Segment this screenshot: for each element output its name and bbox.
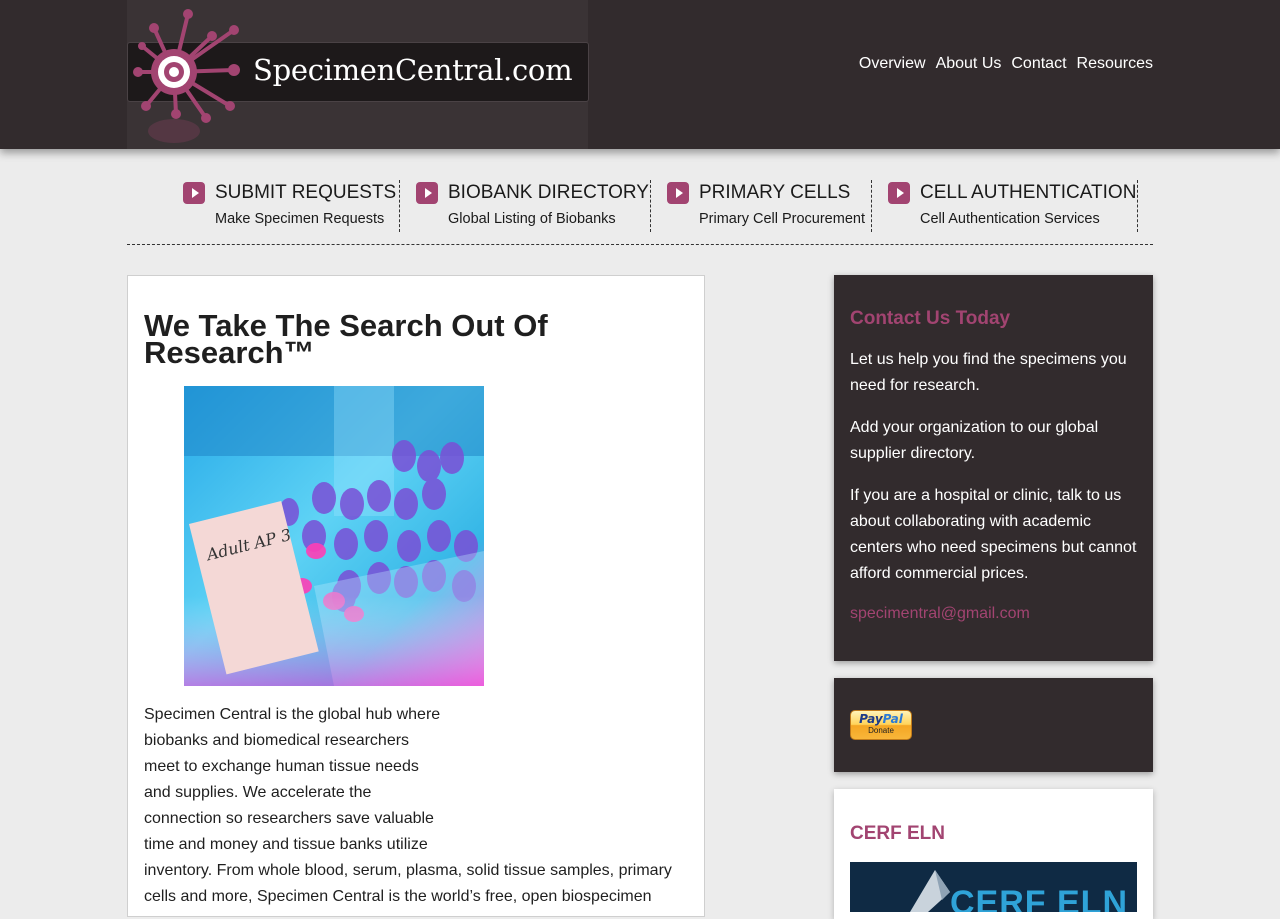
feature-title: CELL AUTHENTICATION xyxy=(920,182,1137,203)
play-arrow-icon xyxy=(667,182,689,204)
feature-title: SUBMIT REQUESTS xyxy=(215,182,397,203)
intro-line: Specimen Central is the global hub where xyxy=(144,706,441,723)
nav-overview[interactable]: Overview xyxy=(859,55,926,73)
intro-line: meet to exchange human tissue needs xyxy=(144,758,419,775)
feature-nav: SUBMIT REQUESTS Make Specimen Requests B… xyxy=(127,180,1153,245)
cerf-logo-icon xyxy=(910,870,950,912)
hero-image: Adult AP 3 xyxy=(184,386,484,686)
feature-title: PRIMARY CELLS xyxy=(699,182,851,203)
contact-paragraph: Add your organization to our global supp… xyxy=(850,419,1099,462)
donate-widget: PayPal Donate xyxy=(834,678,1153,772)
intro-line: connection so researchers save valuable xyxy=(144,810,434,827)
contact-email-link[interactable]: specimentral@gmail.com xyxy=(850,605,1030,623)
donate-label: Donate xyxy=(868,726,894,735)
intro-line: time and money and tissue banks utilize xyxy=(144,836,428,853)
contact-paragraph: Let us help you find the specimens you n… xyxy=(850,351,1127,394)
site-header: SpecimenCentral.com Overview About Us Co… xyxy=(0,0,1280,149)
page-title: We Take The Search Out Of Research™ xyxy=(144,308,548,370)
contact-paragraph: If you are a hospital or clinic, talk to… xyxy=(850,487,1137,582)
contact-widget: Contact Us Today Let us help you find th… xyxy=(834,275,1153,661)
paypal-donate-button[interactable]: PayPal Donate xyxy=(850,710,912,740)
feature-title: BIOBANK DIRECTORY xyxy=(448,182,649,203)
paypal-logo-pal: Pal xyxy=(882,712,903,726)
cerf-eln-banner[interactable]: CERF ELN xyxy=(850,862,1137,912)
logo-icon[interactable] xyxy=(132,6,244,146)
paypal-logo: PayPal xyxy=(851,712,911,726)
feature-subtitle: Make Specimen Requests xyxy=(215,211,385,227)
feature-submit-requests[interactable]: SUBMIT REQUESTS Make Specimen Requests xyxy=(183,180,400,232)
intro-line: and supplies. We accelerate the xyxy=(144,784,372,801)
feature-subtitle: Cell Authentication Services xyxy=(920,211,1100,227)
play-arrow-icon xyxy=(183,182,205,204)
feature-primary-cells[interactable]: PRIMARY CELLS Primary Cell Procurement xyxy=(667,180,872,232)
feature-subtitle: Primary Cell Procurement xyxy=(699,211,865,227)
nav-contact[interactable]: Contact xyxy=(1011,55,1066,73)
paypal-logo-pay: Pay xyxy=(859,712,883,726)
feature-cell-authentication[interactable]: CELL AUTHENTICATION Cell Authentication … xyxy=(888,180,1138,232)
cerf-heading: CERF ELN xyxy=(850,823,945,844)
site-logo-text[interactable]: SpecimenCentral.com xyxy=(253,53,573,87)
intro-line: inventory. From whole blood, serum, plas… xyxy=(144,862,672,879)
play-arrow-icon xyxy=(416,182,438,204)
contact-heading: Contact Us Today xyxy=(850,308,1011,329)
nav-about-us[interactable]: About Us xyxy=(936,55,1002,73)
main-content-card: We Take The Search Out Of Research™ Adul… xyxy=(127,275,705,917)
play-arrow-icon xyxy=(888,182,910,204)
intro-line: biobanks and biomedical researchers xyxy=(144,732,410,749)
feature-biobank-directory[interactable]: BIOBANK DIRECTORY Global Listing of Biob… xyxy=(416,180,651,232)
feature-subtitle: Global Listing of Biobanks xyxy=(448,211,616,227)
nav-resources[interactable]: Resources xyxy=(1077,55,1153,73)
cerf-banner-text: CERF ELN xyxy=(950,884,1128,912)
intro-line: cells and more, Specimen Central is the … xyxy=(144,888,652,905)
top-nav: Overview About Us Contact Resources xyxy=(859,55,1153,73)
intro-paragraph: Specimen Central is the global hub where… xyxy=(144,702,689,910)
